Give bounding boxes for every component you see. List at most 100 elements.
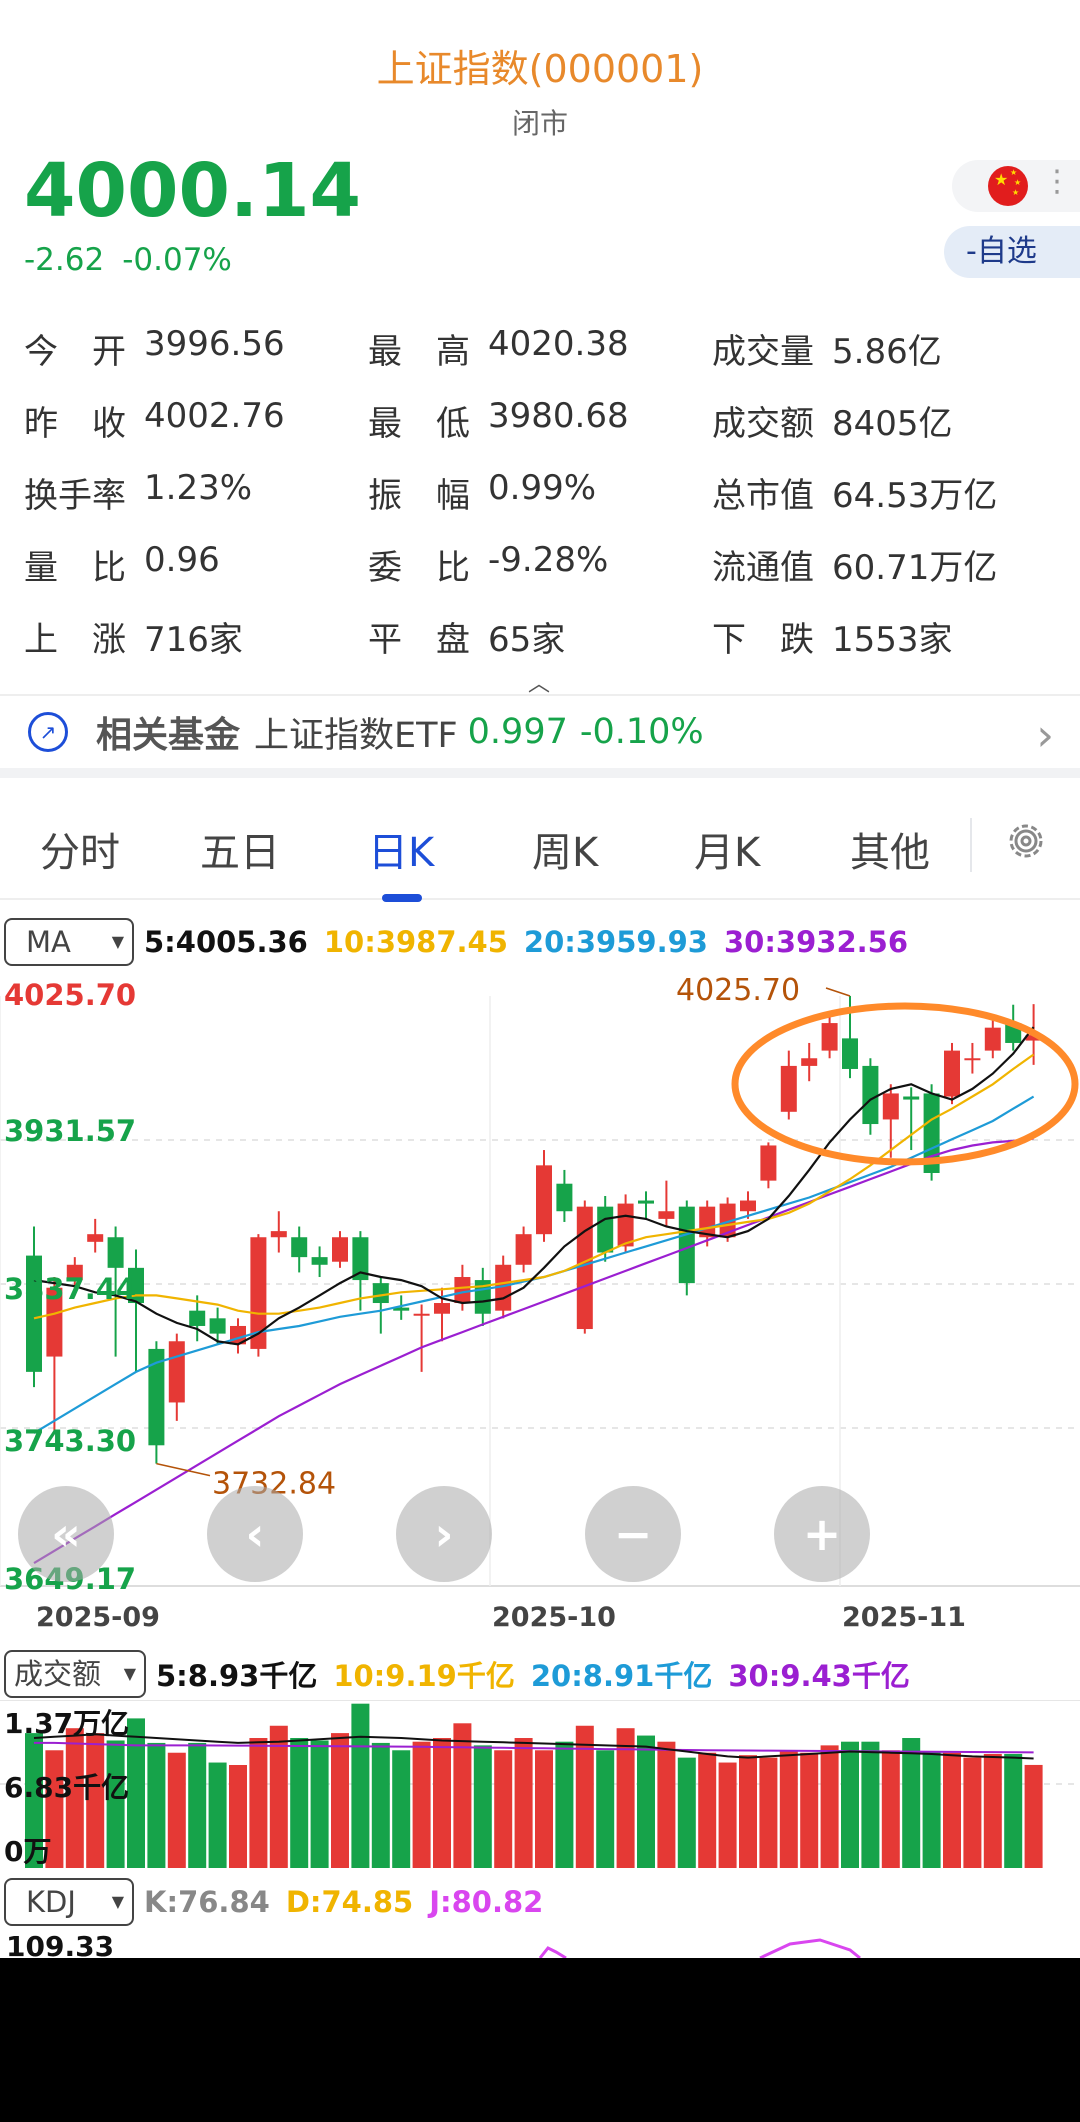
kdj-selector-label: KDJ	[26, 1885, 76, 1919]
active-tab-indicator	[382, 894, 422, 902]
x-axis-label: 2025-09	[36, 1602, 160, 1633]
candle-body	[107, 1237, 124, 1268]
candlestick-chart[interactable]: 4025.703732.84	[0, 972, 1080, 1592]
candle-body	[311, 1257, 328, 1265]
stat-value: 716家	[144, 619, 243, 660]
stat-value: 5.86亿	[832, 331, 942, 372]
candle-body	[291, 1237, 308, 1258]
stat-label: 总市值	[712, 475, 814, 516]
volume-indicator-selector[interactable]: 成交额 ▼	[4, 1650, 146, 1698]
volume-bar	[351, 1703, 370, 1868]
max-value-label: 4025.70	[676, 973, 800, 1008]
stat-value: 0.96	[144, 539, 220, 580]
ma-value: 30:3932.56	[723, 925, 909, 959]
stat-cell: 流通值 60.71万亿	[712, 540, 1056, 589]
volume-bar	[392, 1750, 411, 1868]
stats-row: 昨 收 4002.76 最 低 3980.68 成交额 8405亿	[24, 384, 1064, 456]
volume-bar	[208, 1762, 227, 1868]
volume-legend: 成交额 ▼ 5:8.93千亿 10:9.19千亿 20:8.91千亿 30:9.4…	[4, 1650, 926, 1698]
volume-selector-label: 成交额	[14, 1657, 102, 1691]
stat-label: 下 跌	[712, 619, 814, 660]
trend-circle-icon: ↗	[28, 712, 68, 752]
candle-body	[760, 1145, 777, 1181]
y-axis-label: 3743.30	[4, 1424, 137, 1458]
candle-body	[801, 1058, 818, 1066]
y-axis-label: 3931.57	[4, 1114, 137, 1148]
kdj-indicator-selector[interactable]: KDJ ▼	[4, 1878, 134, 1926]
kdj-line	[538, 1946, 567, 1958]
volume-bar	[902, 1738, 921, 1868]
volume-bar	[963, 1757, 982, 1868]
stat-cell: 最 低 3980.68	[368, 396, 712, 445]
tab-2[interactable]: 五日	[200, 820, 280, 878]
stat-cell: 总市值 64.53万亿	[712, 468, 1056, 517]
chevron-right-button-icon[interactable]: ›	[396, 1486, 492, 1582]
candle-body	[597, 1206, 614, 1253]
stat-label: 委 比	[368, 547, 470, 588]
indicator-selector[interactable]: MA ▼	[4, 918, 134, 966]
tab-6[interactable]: 其他	[850, 820, 930, 878]
volume-bar	[575, 1725, 594, 1868]
app-screen: 上证指数(000001) 闭市 4000.14 -2.62 -0.07% ★ ★ …	[0, 0, 1080, 1958]
volume-ma-value: 10:9.19千亿	[333, 1659, 515, 1693]
chevron-right-icon: ›	[1036, 710, 1054, 761]
volume-bar	[841, 1741, 859, 1868]
quote-stats-grid: 今 开 3996.56 最 高 4020.38 成交量 5.86亿昨 收 4002.76 最 …	[24, 312, 1064, 672]
candle-body	[189, 1310, 206, 1326]
volume-bar	[433, 1738, 451, 1868]
fund-label: 相关基金	[96, 715, 241, 756]
related-fund-bar[interactable]: ↗ 相关基金 上证指数ETF 0.997 -0.10% ›	[0, 694, 1080, 778]
tab-1[interactable]: 分时	[40, 820, 120, 878]
candle-body	[515, 1234, 532, 1265]
y-axis-label: 4025.70	[4, 978, 137, 1012]
volume-bar	[290, 1738, 309, 1868]
ma-value: 10:3987.45	[323, 925, 508, 959]
volume-bar	[249, 1738, 268, 1868]
volume-bar	[1004, 1753, 1023, 1868]
candle-body	[332, 1237, 348, 1262]
stat-cell: 振 幅 0.99%	[368, 468, 712, 517]
volume-bar	[412, 1741, 431, 1868]
tab-4[interactable]: 周K	[532, 820, 598, 878]
chart-period-tabs: 分时 五日 日K 周K 月K 其他	[0, 780, 1080, 900]
stat-value: 1553家	[832, 619, 953, 660]
candle-body	[576, 1206, 593, 1330]
candle-body	[964, 1058, 981, 1061]
chevron-down-icon: ▼	[111, 1892, 124, 1911]
market-flag-menu[interactable]: ★ ★ ★ ★ ⋮	[952, 160, 1080, 212]
candle-body	[434, 1303, 450, 1314]
volume-bar	[1024, 1764, 1043, 1868]
ma-value: 5:4005.36	[144, 925, 308, 959]
volume-bar	[535, 1750, 553, 1868]
kdj-legend: KDJ ▼ K:76.84 D:74.85 J:80.82	[4, 1878, 559, 1926]
kdj-value: K:76.84	[144, 1885, 270, 1919]
fund-change: -0.10%	[579, 712, 704, 752]
fast-back-button[interactable]: «	[18, 1486, 114, 1582]
candle-body	[270, 1231, 287, 1238]
tab-5[interactable]: 月K	[694, 820, 760, 878]
stat-label: 上 涨	[24, 619, 126, 660]
volume-bar	[861, 1741, 880, 1868]
stat-cell: 下 跌 1553家	[712, 612, 1056, 661]
volume-y-label: 6.83千亿	[4, 1771, 130, 1804]
kdj-chart[interactable]	[0, 1928, 1080, 1958]
kdj-value: D:74.85	[285, 1885, 414, 1919]
stats-row: 今 开 3996.56 最 高 4020.38 成交量 5.86亿	[24, 312, 1064, 384]
volume-bar	[188, 1742, 207, 1868]
remove-watchlist-button[interactable]: -自选	[944, 226, 1080, 278]
stat-cell: 最 高 4020.38	[368, 324, 712, 373]
volume-bar	[514, 1738, 533, 1868]
stat-value: 64.53万亿	[832, 475, 998, 516]
volume-chart[interactable]	[0, 1700, 1080, 1870]
stat-value: 65家	[488, 619, 566, 660]
stats-row: 量 比 0.96 委 比 -9.28% 流通值 60.71万亿	[24, 528, 1064, 600]
more-options-icon[interactable]: ⋮	[1042, 164, 1072, 199]
change-value: -2.62	[24, 242, 105, 278]
change-percent: -0.07%	[122, 242, 232, 278]
zoom-in-icon[interactable]: +	[774, 1486, 870, 1582]
candle-body	[556, 1183, 573, 1212]
gear-icon[interactable]	[1003, 818, 1049, 864]
tab-3[interactable]: 日K	[368, 820, 434, 878]
chevron-left-icon[interactable]: ‹	[207, 1486, 303, 1582]
zoom-out-icon[interactable]: −	[585, 1486, 681, 1582]
